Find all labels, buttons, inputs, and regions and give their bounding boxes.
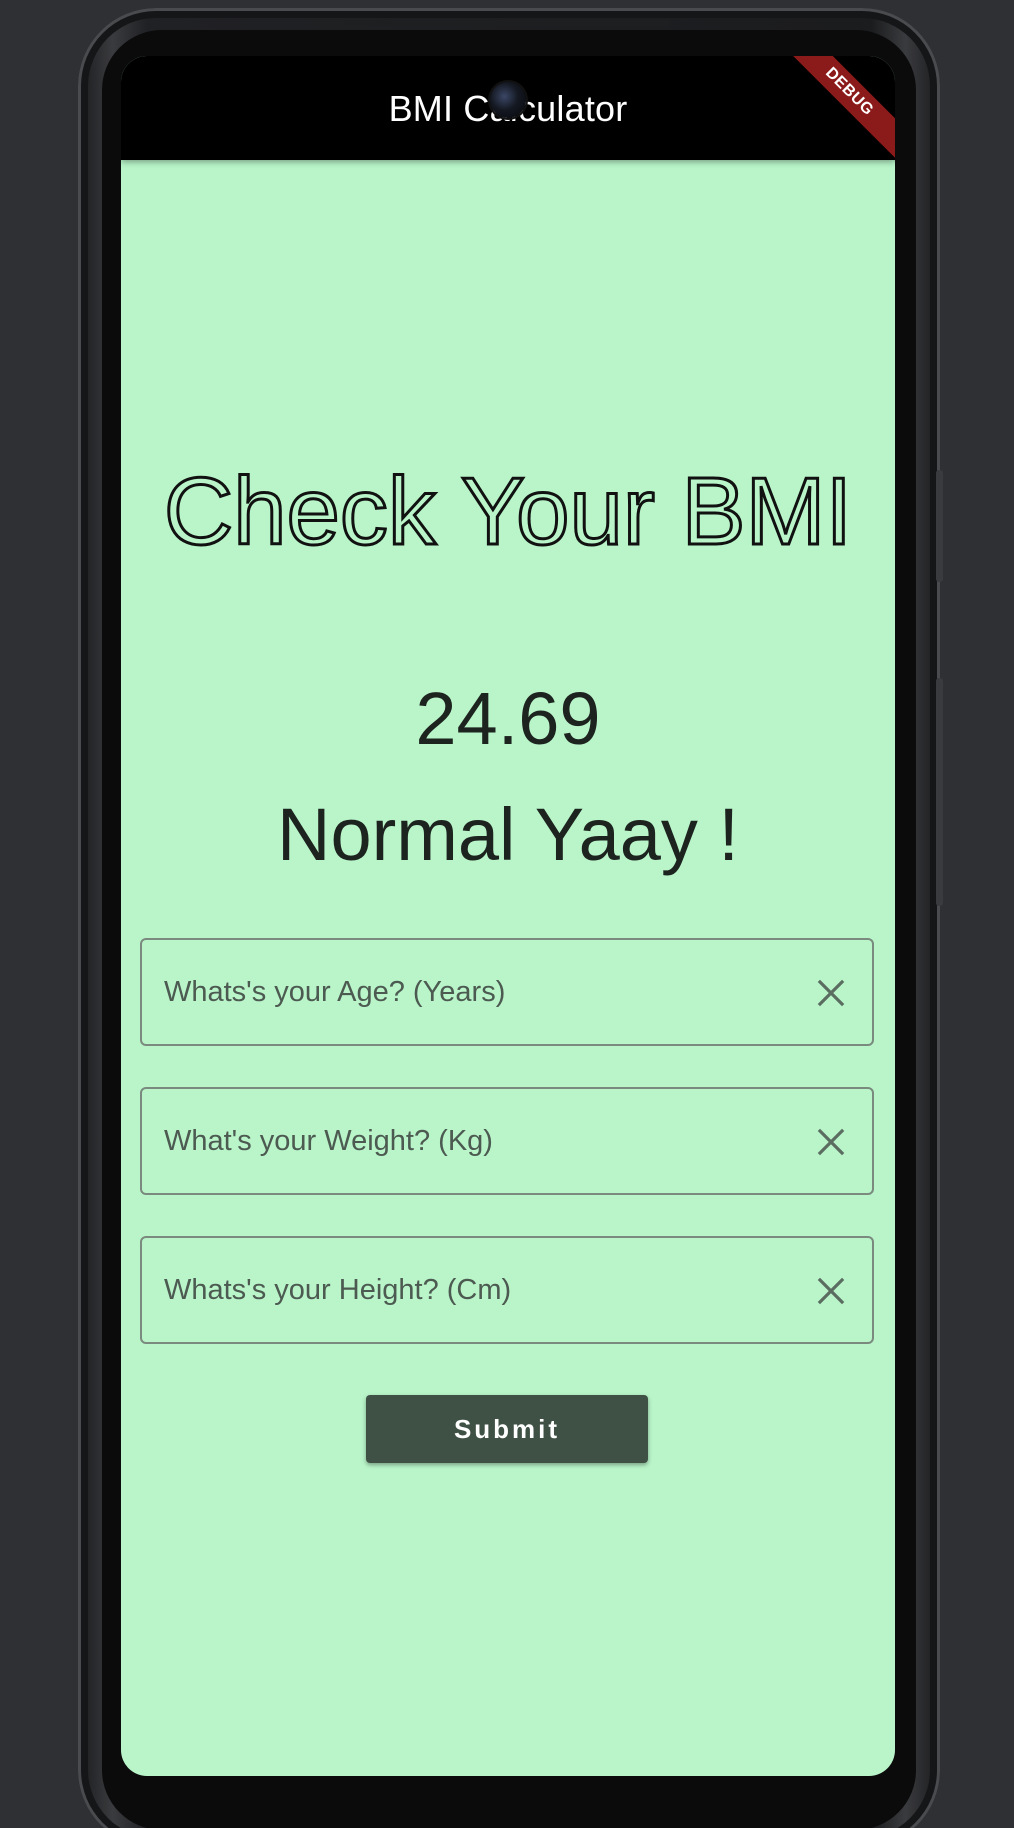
earpiece-speaker [344,20,670,26]
front-camera-icon [490,82,526,118]
clear-height-icon[interactable] [816,1276,846,1306]
age-field [140,938,874,1046]
volume-button[interactable] [936,678,943,906]
power-button[interactable] [936,470,943,582]
device-stage: BMI Calculator DEBUG Check Your BMI 24.6… [0,0,1014,1828]
clear-age-icon[interactable] [816,978,846,1008]
age-input[interactable] [164,940,764,1044]
clear-weight-icon[interactable] [816,1127,846,1157]
app-screen: BMI Calculator DEBUG Check Your BMI 24.6… [121,56,895,1776]
submit-button[interactable]: Submit [366,1395,648,1463]
page-heading: Check Your BMI [162,458,853,565]
bmi-status: Normal Yaay ! [277,793,739,876]
height-input[interactable] [164,1238,764,1342]
weight-input[interactable] [164,1089,764,1193]
bmi-value: 24.69 [415,677,601,760]
weight-field [140,1087,874,1195]
height-field [140,1236,874,1344]
